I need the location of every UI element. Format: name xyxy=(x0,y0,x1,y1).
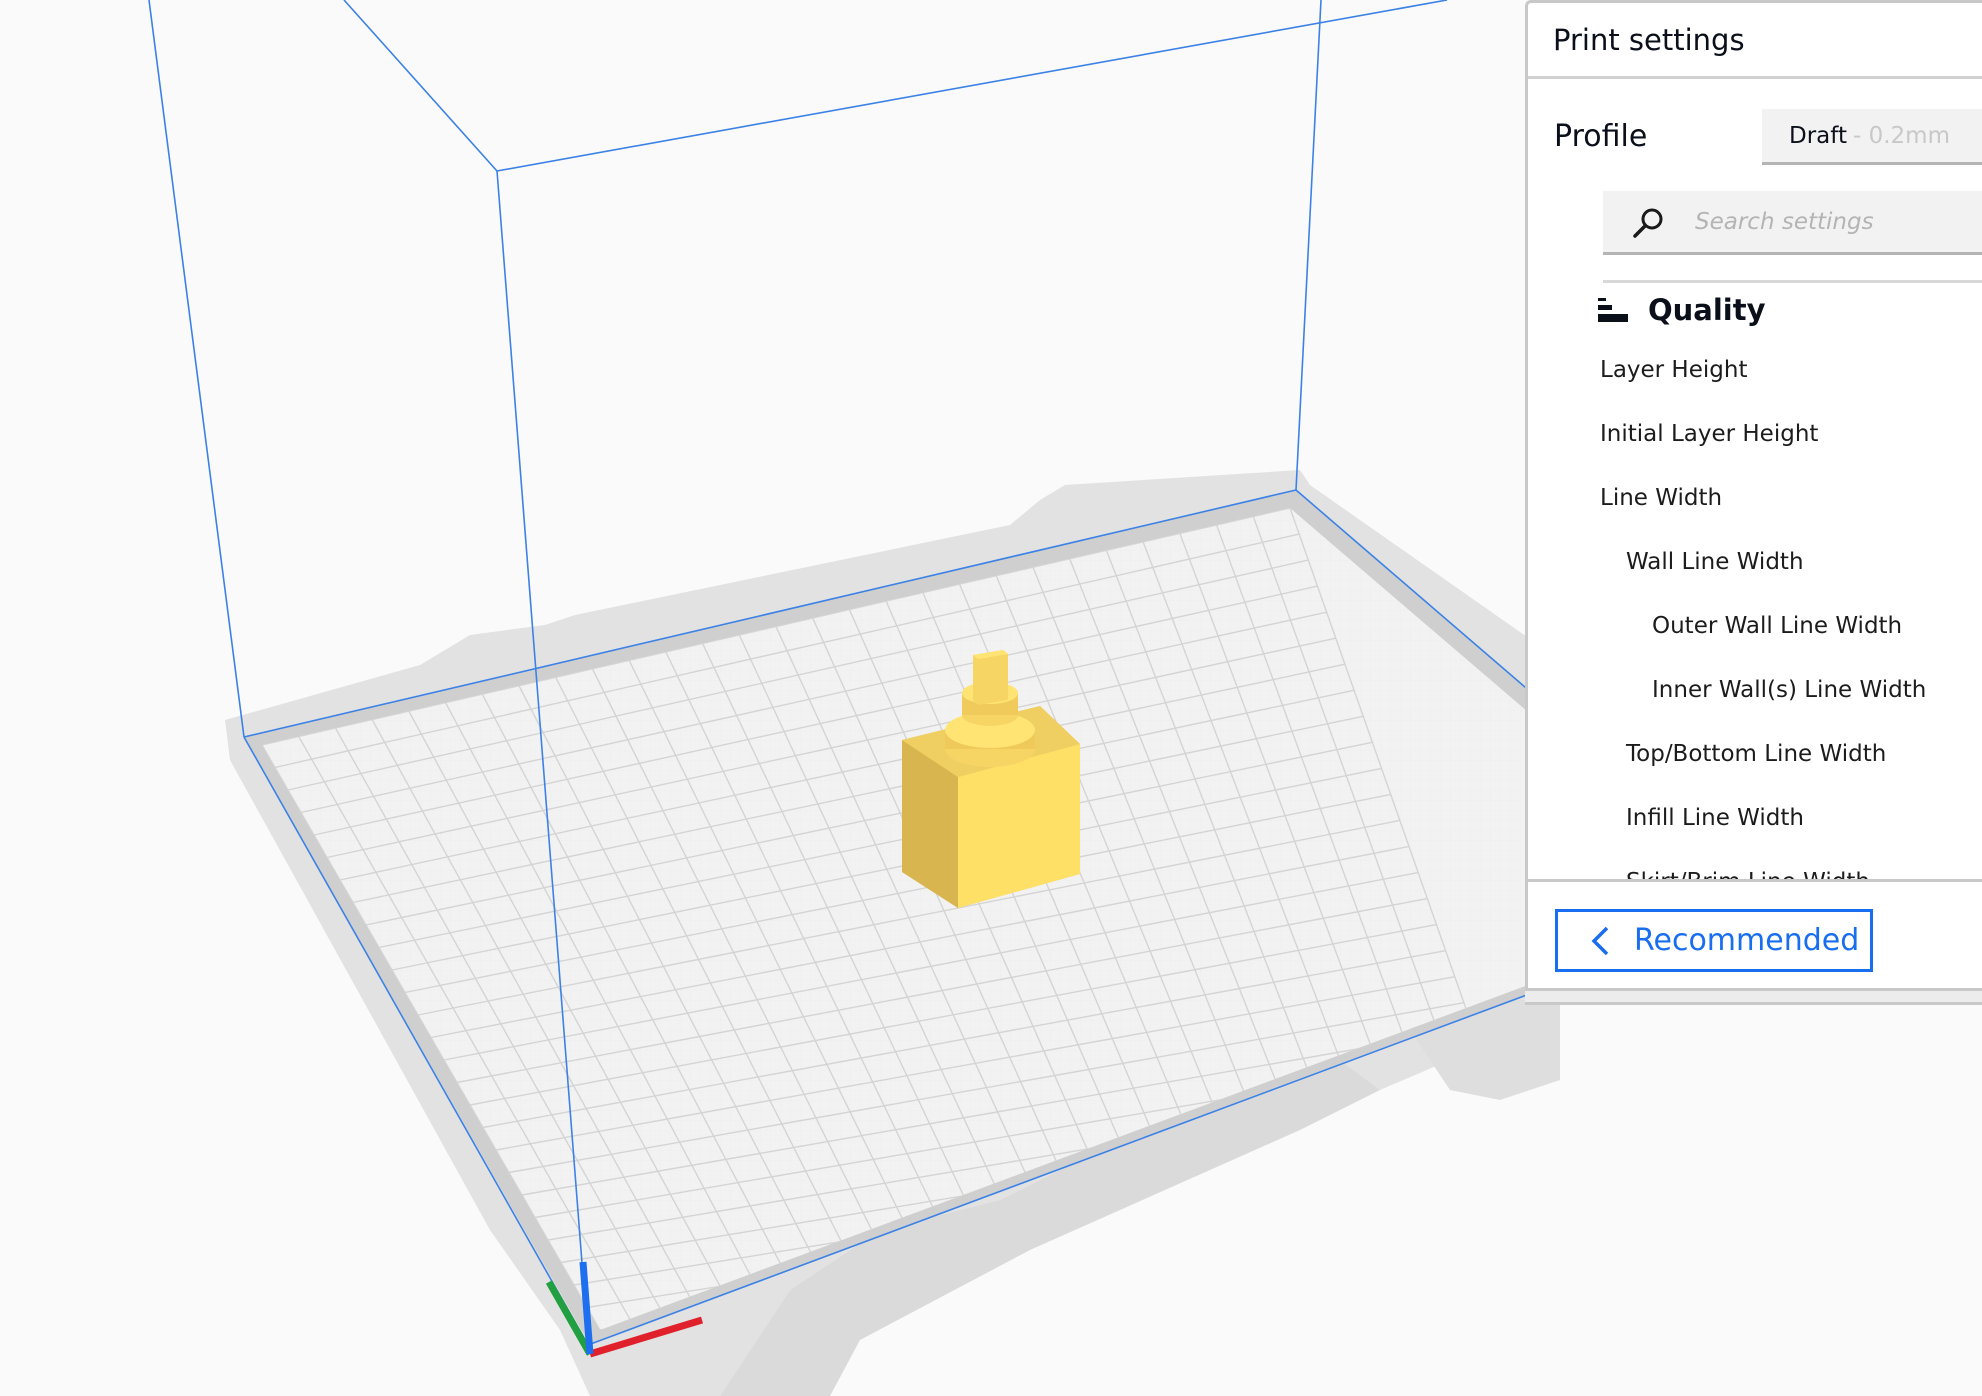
build-plate xyxy=(244,490,1540,1345)
search-settings-input[interactable] xyxy=(1693,201,1982,243)
setting-skirt-brim-line-width[interactable]: Skirt/Brim Line Width xyxy=(1626,869,1870,879)
setting-inner-wall-line-width[interactable]: Inner Wall(s) Line Width xyxy=(1652,677,1926,703)
setting-top-bottom-line-width[interactable]: Top/Bottom Line Width xyxy=(1626,741,1886,767)
category-label: Quality xyxy=(1648,293,1766,327)
setting-wall-line-width[interactable]: Wall Line Width xyxy=(1626,549,1804,575)
search-icon xyxy=(1633,208,1663,238)
profile-dropdown[interactable]: Draft - 0.2mm xyxy=(1762,109,1982,165)
profile-layer-height: - 0.2mm xyxy=(1852,122,1950,149)
print-settings-panel: Print settings Profile Draft - 0.2mm Qua… xyxy=(1525,0,1982,1005)
setting-outer-wall-line-width[interactable]: Outer Wall Line Width xyxy=(1652,613,1902,639)
category-quality[interactable]: Quality xyxy=(1598,293,1766,327)
profile-label: Profile xyxy=(1554,119,1648,154)
setting-infill-line-width[interactable]: Infill Line Width xyxy=(1626,805,1804,831)
chevron-left-icon xyxy=(1591,926,1609,955)
profile-row: Profile Draft - 0.2mm xyxy=(1528,79,1982,169)
setting-initial-layer-height[interactable]: Initial Layer Height xyxy=(1600,421,1818,447)
setting-line-width[interactable]: Line Width xyxy=(1600,485,1722,511)
panel-header: Print settings xyxy=(1528,3,1982,79)
footer-divider xyxy=(1528,879,1982,882)
recommended-button[interactable]: Recommended xyxy=(1555,909,1873,972)
settings-list[interactable]: Quality Layer Height Initial Layer Heigh… xyxy=(1528,283,1982,879)
search-settings-box[interactable] xyxy=(1603,191,1982,255)
recommended-label: Recommended xyxy=(1634,923,1860,958)
profile-name: Draft xyxy=(1789,122,1847,149)
setting-layer-height[interactable]: Layer Height xyxy=(1600,357,1747,383)
quality-icon xyxy=(1598,294,1630,326)
panel-bottom-strip xyxy=(1525,988,1982,1005)
panel-title: Print settings xyxy=(1553,22,1745,57)
